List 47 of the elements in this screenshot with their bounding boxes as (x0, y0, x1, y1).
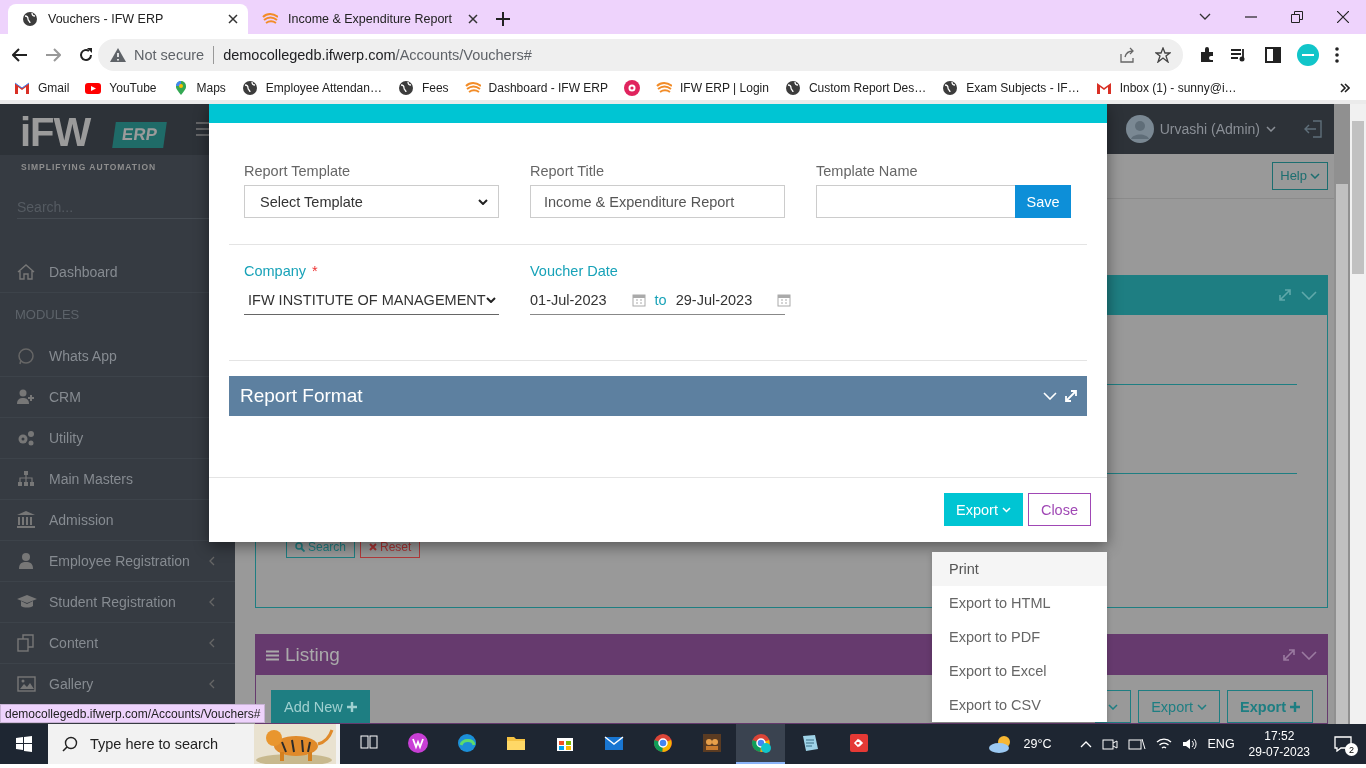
clock-time[interactable]: 17:52 (1264, 728, 1295, 744)
notification-count: 2 (1345, 743, 1358, 756)
panel-title: Listing (285, 644, 340, 666)
bookmark[interactable]: Fees (397, 80, 449, 96)
field-label: Report Template (244, 162, 352, 180)
url-host: democollegedb.ifwerp.com (223, 47, 396, 63)
language-indicator[interactable]: ENG (1207, 737, 1235, 751)
bookmark[interactable]: Custom Report Des… (784, 80, 927, 96)
save-button[interactable]: Save (1015, 185, 1071, 218)
logo-tagline: SIMPLIFYING AUTOMATION (21, 162, 157, 172)
menu-item[interactable]: Print (932, 552, 1107, 586)
select-field[interactable]: IFW INSTITUTE OF MANAGEMENT (244, 285, 499, 315)
date-value[interactable]: 01-Jul-2023 (530, 291, 607, 308)
search-field[interactable]: Type here to search (48, 724, 340, 764)
date-separator: to (654, 291, 667, 308)
date-value[interactable]: 29-Jul-2023 (675, 291, 753, 308)
security-label: Not secure (134, 47, 205, 63)
bookmark[interactable]: YouTube (85, 80, 157, 96)
logo-text: iFW (20, 112, 91, 152)
bookmark[interactable]: Exam Subjects - IF… (942, 80, 1080, 96)
address-bar[interactable]: Not secure democollegedb.ifwerp.com/Accounts/Vouchers# (98, 39, 1183, 71)
field-label: Template Name (816, 162, 919, 180)
temperature[interactable]: 29°C (1023, 737, 1052, 751)
field-label: Report Title (530, 162, 606, 180)
field-label: Company * (244, 262, 319, 280)
field-label: Voucher Date (530, 262, 619, 280)
menu-item[interactable]: Export to CSV (932, 688, 1107, 722)
status-url: democollegedb.ifwerp.com/Accounts/Vouchers# (0, 704, 266, 723)
browser-tab[interactable]: Income & Expenditure Report (248, 4, 488, 34)
logo-badge: ERP (112, 122, 167, 148)
bookmark[interactable]: Inbox (1) - sunny@i… (1095, 80, 1237, 96)
input-field[interactable]: Income & Expenditure Report (530, 185, 785, 218)
browser-tab[interactable]: Vouchers - IFW ERP (8, 4, 248, 34)
bookmark[interactable]: Maps (172, 80, 226, 96)
bookmark[interactable]: Employee Attendan… (241, 80, 382, 96)
bookmark[interactable]: IFW ERP | Login (656, 80, 769, 96)
clock-date[interactable]: 29-07-2023 (1248, 744, 1310, 760)
bookmark[interactable]: Dashboard - IFW ERP (464, 80, 608, 96)
bookmark[interactable]: Gmail (14, 80, 70, 96)
section-title: Report Format (240, 385, 364, 407)
user-menu[interactable]: Urvashi (Admin) (1125, 114, 1276, 143)
menu-item[interactable]: Export to PDF (932, 620, 1107, 654)
menu-item[interactable]: Export to Excel (932, 654, 1107, 688)
close-button[interactable]: Close (1027, 493, 1091, 526)
menu-item[interactable]: Export to HTML (932, 586, 1107, 620)
url-path: /Accounts/Vouchers# (395, 47, 532, 63)
select-field[interactable]: Select Template (244, 185, 499, 218)
